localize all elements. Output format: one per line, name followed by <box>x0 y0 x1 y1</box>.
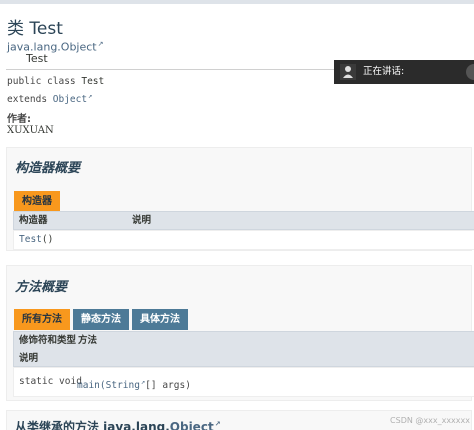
column-header-description: 说明 <box>19 353 39 364</box>
tab-constructors[interactable]: 构造器 <box>14 191 60 212</box>
method-table-header: 修饰符和类型 方法 说明 <box>13 331 474 367</box>
tab-all-methods[interactable]: 所有方法 <box>14 309 70 330</box>
tab-concrete-methods[interactable]: 具体方法 <box>132 309 188 330</box>
author-label: 作者: <box>7 114 31 125</box>
constructor-link[interactable]: Test <box>19 234 42 245</box>
constructor-summary-heading: 构造器概要 <box>15 161 81 176</box>
external-link-icon: ↗ <box>88 92 93 100</box>
method-summary-section: 方法概要 所有方法 静态方法 具体方法 修饰符和类型 方法 说明 static … <box>6 265 474 401</box>
tab-static-methods[interactable]: 静态方法 <box>73 309 129 330</box>
constructor-table-header: 构造器 说明 <box>13 211 474 230</box>
column-header-constructor: 构造器 <box>19 215 48 226</box>
method-summary-heading: 方法概要 <box>15 280 68 295</box>
inheritance-child: Test <box>26 52 48 65</box>
page-title: 类 Test <box>7 19 63 39</box>
speaking-label: 正在讲话: <box>363 66 405 77</box>
table-row: static void main(String↗[] args) <box>13 367 474 397</box>
speaker-avatar-icon <box>340 64 356 80</box>
overlay-handle[interactable] <box>466 64 474 80</box>
method-modifier: static void <box>19 376 82 387</box>
column-header-modifier: 修饰符和类型 <box>19 335 77 346</box>
external-link-icon: ↗ <box>214 420 221 428</box>
top-bar <box>0 0 474 4</box>
object-link[interactable]: java.lang.Object <box>7 41 97 54</box>
constructor-summary-section: 构造器概要 构造器 构造器 说明 Test() <box>6 147 474 251</box>
signature-modifiers: public class <box>7 76 82 87</box>
table-row: Test() <box>13 230 474 250</box>
watermark: CSDN @xxx_xxxxxx <box>390 416 470 425</box>
external-link-icon: ↗ <box>97 40 104 48</box>
method-params: [] args) <box>145 380 191 392</box>
inherited-object-link[interactable]: Object <box>170 420 214 430</box>
column-header-description: 说明 <box>132 215 152 226</box>
method-main-link[interactable]: main <box>77 380 100 391</box>
class-signature: public class Test extends Object↗ <box>7 75 104 107</box>
inherited-prefix: 从类继承的方法 java.lang. <box>15 420 170 430</box>
signature-extends: extends <box>7 94 53 106</box>
column-header-method: 方法 <box>78 335 98 346</box>
constructor-params: () <box>41 234 54 245</box>
speaking-overlay: 正在讲话: <box>334 60 474 84</box>
signature-object-link[interactable]: Object <box>53 94 87 105</box>
author-value: XUXUAN <box>7 125 54 136</box>
inheritance-parent[interactable]: java.lang.Object↗ <box>7 40 104 54</box>
string-type-link[interactable]: String <box>106 380 140 391</box>
signature-class-name: Test <box>81 76 105 87</box>
inherited-methods-heading: 从类继承的方法 java.lang.Object↗ <box>15 418 221 430</box>
